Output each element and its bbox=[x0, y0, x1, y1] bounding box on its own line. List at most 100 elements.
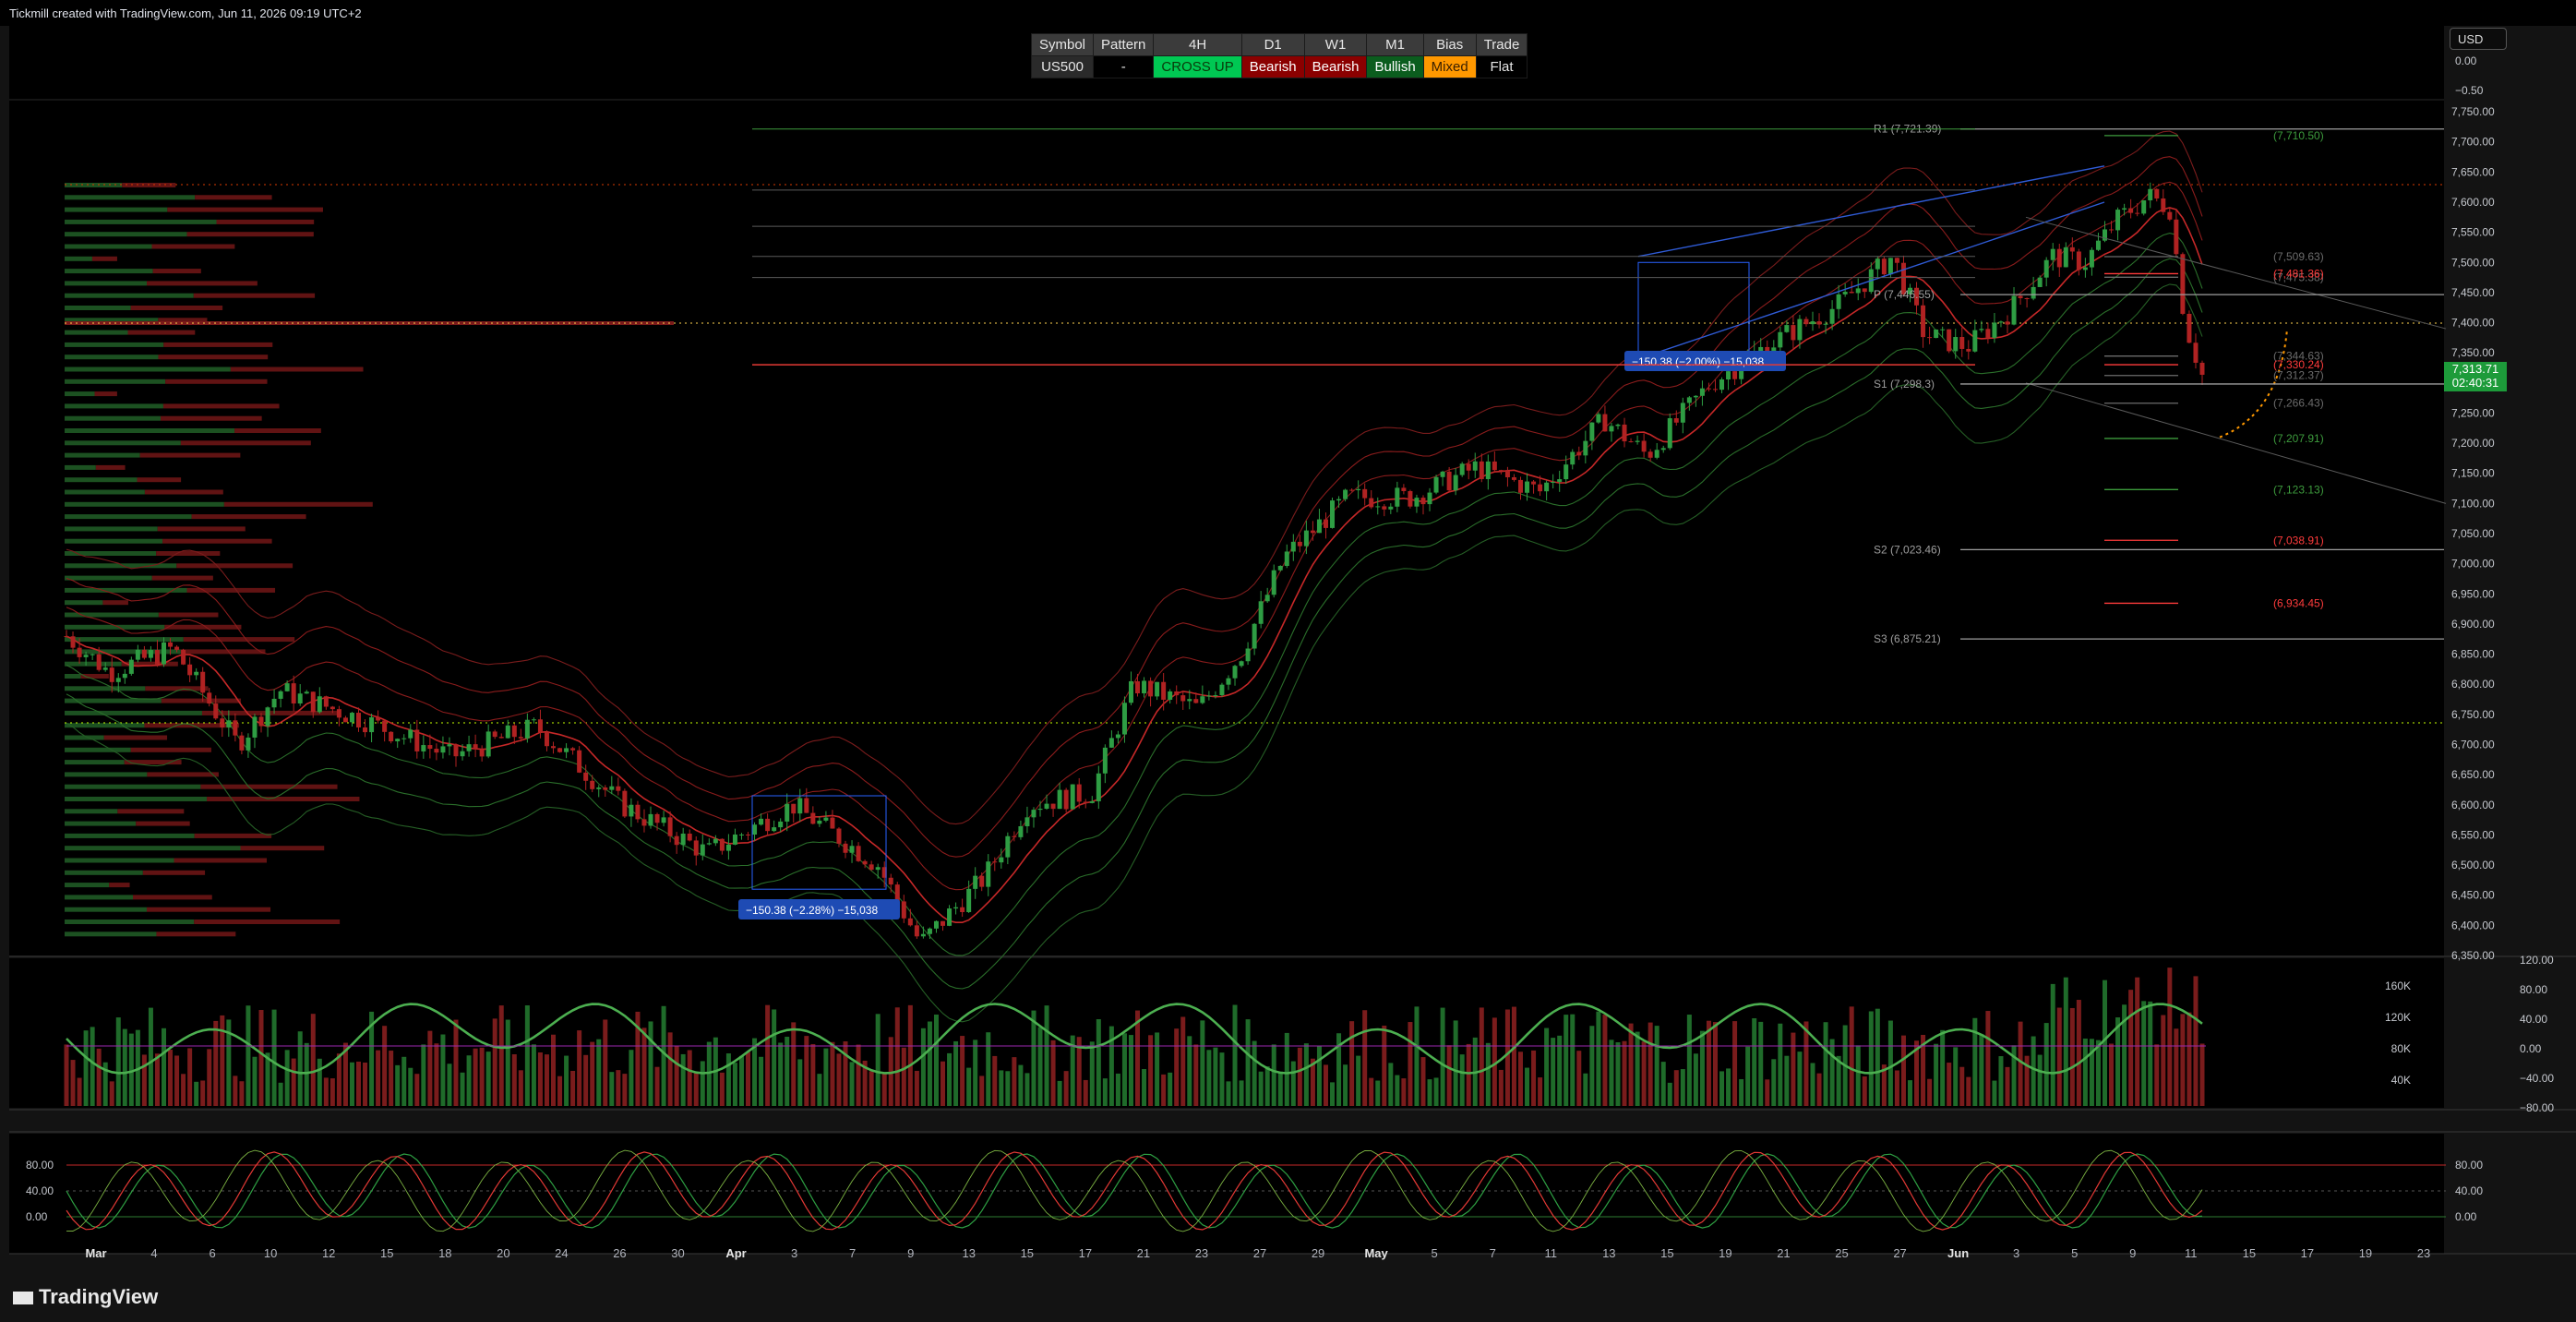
candle-body bbox=[1271, 570, 1276, 595]
candle-body bbox=[901, 901, 906, 919]
profile-bar-buy bbox=[65, 367, 231, 372]
candle-body bbox=[1316, 519, 1322, 534]
volume-bar bbox=[382, 1026, 388, 1106]
currency-selector[interactable]: USD bbox=[2450, 28, 2507, 50]
candle-body bbox=[1057, 789, 1062, 810]
volume-bar bbox=[1323, 1064, 1328, 1106]
level-label: S3 (6,875.21) bbox=[1874, 632, 1941, 645]
candle-body bbox=[1551, 481, 1556, 483]
volume-bar bbox=[1180, 1016, 1186, 1106]
x-axis-tick: 18 bbox=[438, 1246, 451, 1260]
candle-body bbox=[1504, 470, 1510, 477]
level-label: (6,934.45) bbox=[2273, 596, 2324, 609]
profile-bar-buy bbox=[65, 452, 140, 458]
volume-bar bbox=[96, 1048, 102, 1106]
profile-bar-sell bbox=[161, 698, 242, 703]
candle-body bbox=[641, 819, 647, 826]
candle-body bbox=[2050, 248, 2055, 260]
candle-body bbox=[2180, 254, 2186, 314]
candle-body bbox=[1264, 595, 1270, 602]
candle-body bbox=[1992, 322, 1997, 338]
last-price-label: 7,313.71 02:40:31 bbox=[2444, 362, 2507, 391]
candle-body bbox=[700, 844, 705, 856]
candle-body bbox=[1680, 403, 1685, 423]
volume-bar bbox=[1934, 1043, 1939, 1106]
candle-body bbox=[2141, 200, 2147, 214]
profile-bar-buy bbox=[65, 232, 187, 237]
volume-bar bbox=[986, 1032, 991, 1106]
volume-bar bbox=[2056, 1007, 2062, 1106]
volume-osc-axis-tick: −80.00 bbox=[2520, 1101, 2554, 1114]
candle-body bbox=[1881, 258, 1887, 275]
candle-body bbox=[453, 744, 459, 757]
candle-body bbox=[759, 818, 764, 825]
candle-body bbox=[667, 817, 673, 836]
profile-bar-sell bbox=[95, 464, 126, 470]
candle-body bbox=[1778, 331, 1783, 348]
volume-bar bbox=[1453, 1020, 1458, 1106]
volume-bar bbox=[1583, 1073, 1588, 1106]
candle-body bbox=[1414, 498, 1420, 507]
candle-body bbox=[2109, 229, 2115, 231]
profile-bar-buy bbox=[65, 219, 217, 224]
x-axis-tick: 10 bbox=[264, 1246, 277, 1260]
candle-body bbox=[1096, 773, 1101, 801]
candle-body bbox=[376, 716, 381, 721]
volume-osc-axis-tick: 120.00 bbox=[2520, 954, 2554, 967]
candle-body bbox=[1732, 371, 1738, 379]
volume-axis-tick: 160K bbox=[2385, 979, 2411, 992]
candle-body bbox=[440, 746, 446, 753]
x-axis-tick: 11 bbox=[1545, 1246, 1558, 1260]
volume-bar bbox=[70, 1060, 76, 1106]
candle-body bbox=[1803, 318, 1809, 325]
volume-bar bbox=[823, 1048, 829, 1106]
x-axis-tick: 3 bbox=[791, 1246, 797, 1260]
x-axis-tick: 21 bbox=[1137, 1246, 1150, 1260]
profile-bar-sell bbox=[223, 501, 373, 507]
volume-bar bbox=[1589, 1026, 1595, 1106]
volume-bar bbox=[115, 1017, 121, 1106]
profile-bar-buy bbox=[65, 870, 143, 875]
candle-body bbox=[1927, 337, 1933, 339]
candle-body bbox=[1128, 680, 1133, 703]
y-axis-tick: 7,750.00 bbox=[2451, 105, 2495, 118]
volume-bar bbox=[2076, 1000, 2081, 1106]
y-axis-top-label: 0.00 bbox=[2455, 54, 2477, 67]
candle-body bbox=[706, 843, 712, 845]
volume-osc-axis-tick: 40.00 bbox=[2520, 1013, 2547, 1026]
volume-bar bbox=[1239, 1080, 1244, 1106]
candle-body bbox=[1433, 476, 1439, 493]
volume-bar bbox=[239, 1081, 245, 1106]
x-axis-tick: 12 bbox=[322, 1246, 335, 1260]
candle-body bbox=[233, 720, 238, 736]
x-axis-tick: 25 bbox=[1835, 1246, 1848, 1260]
profile-bar-buy bbox=[65, 710, 202, 715]
y-axis-tick: 7,450.00 bbox=[2451, 286, 2495, 299]
volume-bar bbox=[1187, 1036, 1192, 1106]
x-axis-tick: 23 bbox=[2417, 1246, 2430, 1260]
profile-bar-sell bbox=[127, 330, 196, 335]
volume-bar bbox=[1284, 1032, 1289, 1106]
volume-bar bbox=[1193, 1044, 1199, 1106]
candle-body bbox=[1297, 541, 1302, 547]
tradingview-logo[interactable]: TradingView bbox=[13, 1285, 158, 1309]
profile-bar-buy bbox=[65, 661, 122, 667]
candle-body bbox=[342, 717, 348, 723]
candle-body bbox=[1816, 321, 1822, 325]
x-axis-tick: 4 bbox=[150, 1246, 157, 1260]
candle-body bbox=[920, 933, 926, 937]
candle-body bbox=[466, 744, 472, 751]
volume-osc-axis-tick: 0.00 bbox=[2520, 1042, 2542, 1055]
y-axis-tick: 6,400.00 bbox=[2451, 919, 2495, 931]
volume-bar bbox=[2005, 1066, 2010, 1106]
x-axis-tick: Mar bbox=[85, 1246, 106, 1260]
x-axis-tick: 15 bbox=[380, 1246, 393, 1260]
chart-canvas[interactable]: −150.38 (−2.28%) −15,038 −150.38 (−2.00%)… bbox=[0, 0, 2576, 1281]
profile-bar-buy bbox=[65, 846, 241, 851]
volume-bar bbox=[2167, 967, 2173, 1106]
candle-body bbox=[2056, 248, 2062, 268]
profile-bar-sell bbox=[200, 784, 338, 789]
volume-bar bbox=[1297, 1047, 1302, 1106]
candle-body bbox=[2082, 267, 2088, 270]
volume-bar bbox=[732, 1063, 737, 1106]
